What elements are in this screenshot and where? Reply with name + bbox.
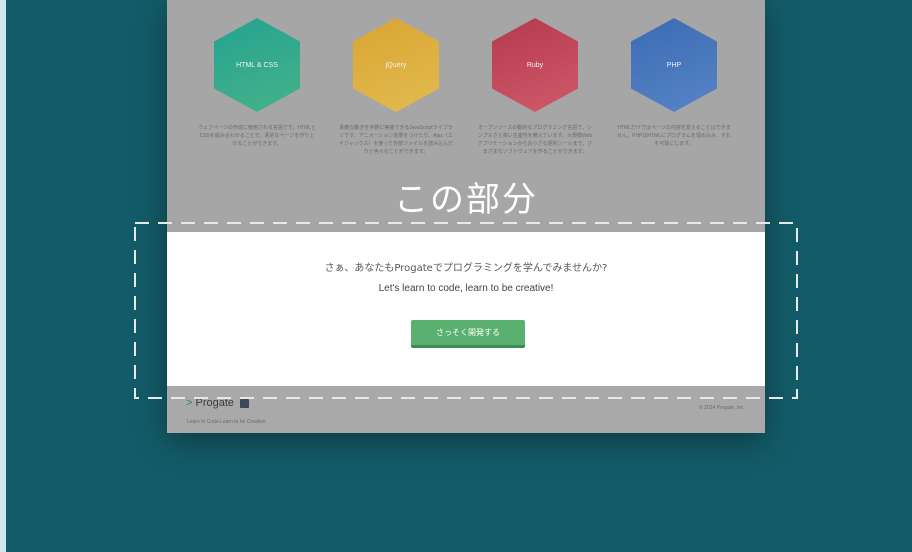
course-description: ウェブページの作成に使用される言語です。HTMLとCSSを組み合わせることで、素… bbox=[198, 125, 317, 147]
course-name: PHP bbox=[666, 61, 682, 69]
logo-mark-icon bbox=[240, 398, 250, 408]
course-badge-php[interactable]: PHP bbox=[631, 18, 717, 112]
course-badge-ruby[interactable]: Ruby bbox=[492, 18, 578, 112]
course-description: HTMLだけではページの内容を変えることはできません。PHPはHTMLにプログラ… bbox=[617, 125, 731, 147]
course-badge-jquery[interactable]: jQuery bbox=[353, 18, 439, 112]
cta-question: さぁ、あなたもProgateでプログラミングを学んでみませんか? bbox=[324, 263, 608, 274]
progate-logo[interactable]: > Progate bbox=[186, 397, 250, 409]
dimmed-courses-section: HTML & CSS jQuery Ruby PHP ウェブページの作成に使用さ… bbox=[167, 0, 765, 232]
course-description: オープンソースの動的なプログラミング言語で、シンプルさと高い生産性を備えています… bbox=[477, 125, 593, 155]
footer-tagline: Learn to Code.Learn to be Creative. bbox=[187, 419, 267, 425]
dimmed-footer bbox=[167, 386, 765, 433]
course-badge-html-css[interactable]: HTML & CSS bbox=[214, 18, 300, 112]
course-name: jQuery bbox=[385, 61, 407, 69]
course-name: Ruby bbox=[526, 61, 544, 69]
course-name: HTML & CSS bbox=[236, 61, 278, 69]
cta-slogan: Let's learn to code, learn to be creativ… bbox=[378, 283, 554, 294]
left-edge-strip bbox=[0, 0, 6, 552]
logo-caret: > bbox=[186, 397, 193, 409]
footer-copyright: © 2014 Progate, Inc. bbox=[699, 405, 745, 411]
course-description: 素敵な動きを手軽に実装できるJavaScriptライブラリです。アニメーション効… bbox=[338, 125, 454, 155]
logo-text: Progate bbox=[195, 397, 235, 409]
start-developing-button[interactable]: さっそく開発する bbox=[411, 320, 525, 348]
overlay-label: この部分 bbox=[394, 180, 538, 220]
webpage-mockup: HTML & CSS jQuery Ruby PHP ウェブページの作成に使用さ… bbox=[167, 0, 765, 433]
